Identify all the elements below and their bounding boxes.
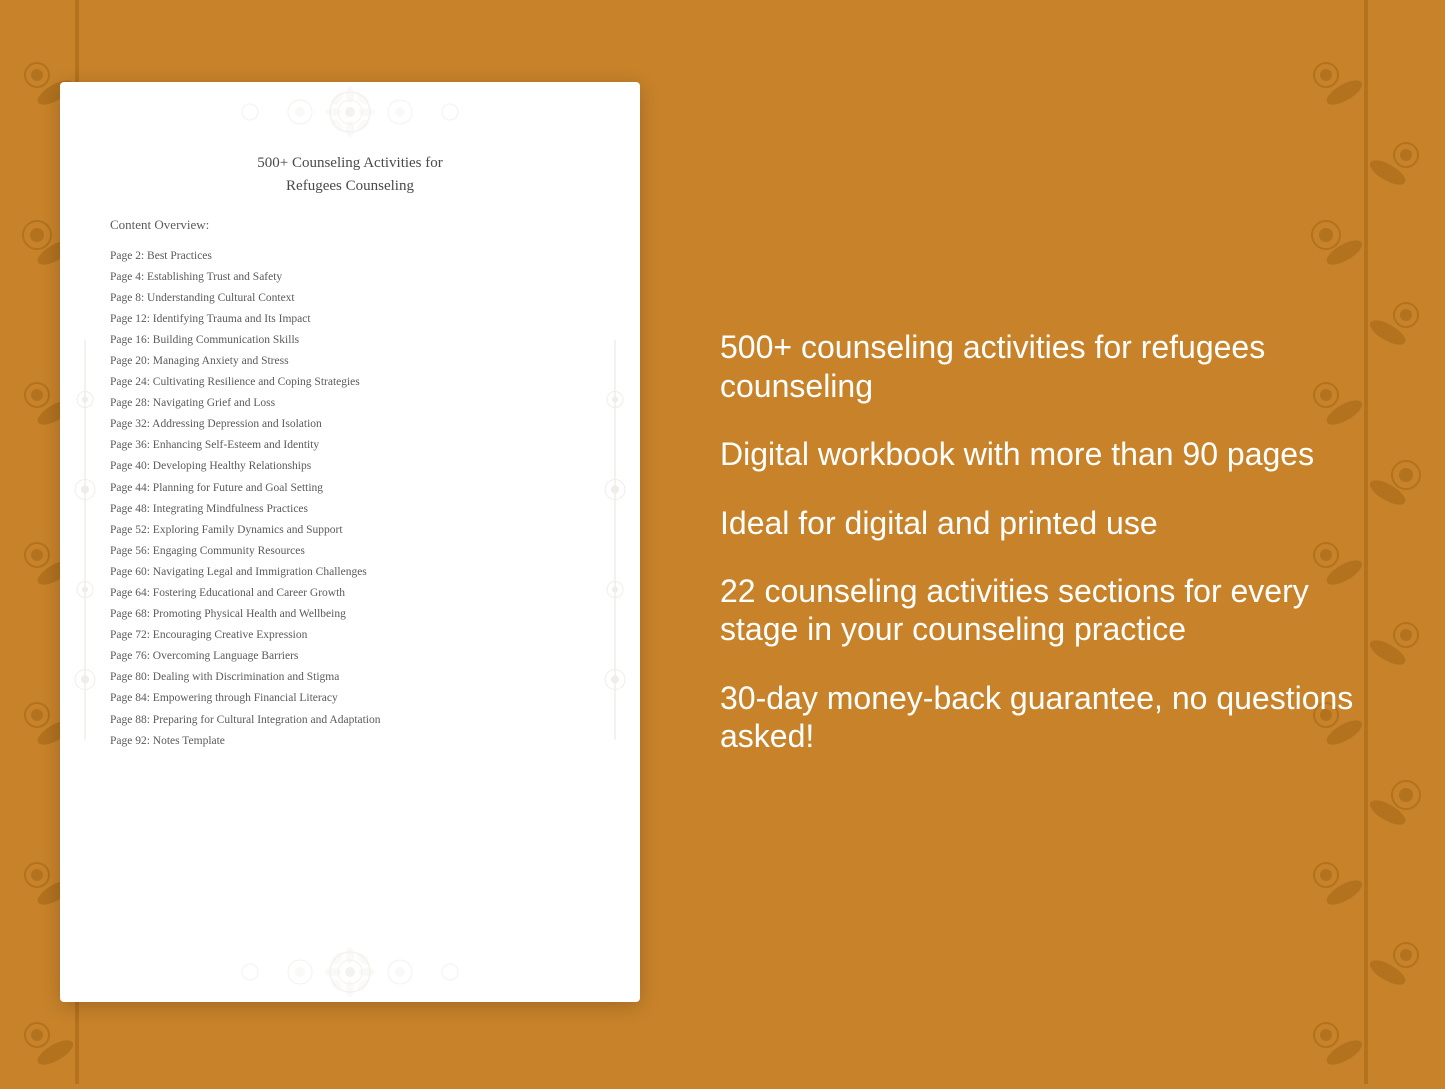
toc-item: Page 52: Exploring Family Dynamics and S… — [110, 519, 590, 540]
toc-item: Page 64: Fostering Educational and Caree… — [110, 583, 590, 604]
toc-item: Page 4: Establishing Trust and Safety — [110, 266, 590, 287]
card-bottom-decoration — [60, 942, 640, 1002]
feature-text: 22 counseling activities sections for ev… — [720, 572, 1385, 649]
toc-item: Page 40: Developing Healthy Relationship… — [110, 456, 590, 477]
toc-item: Page 48: Integrating Mindfulness Practic… — [110, 498, 590, 519]
toc-item: Page 36: Enhancing Self-Esteem and Ident… — [110, 435, 590, 456]
toc-item: Page 20: Managing Anxiety and Stress — [110, 350, 590, 371]
toc-item: Page 84: Empowering through Financial Li… — [110, 688, 590, 709]
card-left-decoration — [70, 340, 100, 745]
toc-item: Page 60: Navigating Legal and Immigratio… — [110, 561, 590, 582]
feature-text: Ideal for digital and printed use — [720, 504, 1385, 542]
feature-text: Digital workbook with more than 90 pages — [720, 435, 1385, 473]
card-right-decoration — [600, 340, 630, 745]
feature-text: 500+ counseling activities for refugees … — [720, 328, 1385, 405]
toc-item: Page 76: Overcoming Language Barriers — [110, 646, 590, 667]
document-title-line1: 500+ Counseling Activities for — [257, 155, 443, 171]
toc-item: Page 32: Addressing Depression and Isola… — [110, 414, 590, 435]
toc-item: Page 80: Dealing with Discrimination and… — [110, 667, 590, 688]
toc-item: Page 12: Identifying Trauma and Its Impa… — [110, 308, 590, 329]
toc-item: Page 68: Promoting Physical Health and W… — [110, 604, 590, 625]
toc-item: Page 8: Understanding Cultural Context — [110, 287, 590, 308]
toc-item: Page 28: Navigating Grief and Loss — [110, 393, 590, 414]
feature-text: 30-day money-back guarantee, no question… — [720, 679, 1385, 756]
toc-item: Page 24: Cultivating Resilience and Copi… — [110, 372, 590, 393]
toc-item: Page 88: Preparing for Cultural Integrat… — [110, 709, 590, 730]
toc-item: Page 92: Notes Template — [110, 730, 590, 751]
main-layout: 500+ Counseling Activities for Refugees … — [0, 0, 1445, 1084]
card-top-decoration — [60, 82, 640, 142]
toc-item: Page 44: Planning for Future and Goal Se… — [110, 477, 590, 498]
document-card: 500+ Counseling Activities for Refugees … — [60, 82, 640, 1002]
document-title: 500+ Counseling Activities for Refugees … — [110, 152, 590, 197]
document-title-line2: Refugees Counseling — [286, 178, 414, 194]
toc-item: Page 16: Building Communication Skills — [110, 329, 590, 350]
content-overview-label: Content Overview: — [110, 217, 590, 233]
text-panel: 500+ counseling activities for refugees … — [700, 328, 1385, 755]
toc-list: Page 2: Best PracticesPage 4: Establishi… — [110, 245, 590, 751]
toc-item: Page 72: Encouraging Creative Expression — [110, 625, 590, 646]
toc-item: Page 56: Engaging Community Resources — [110, 540, 590, 561]
toc-item: Page 2: Best Practices — [110, 245, 590, 266]
